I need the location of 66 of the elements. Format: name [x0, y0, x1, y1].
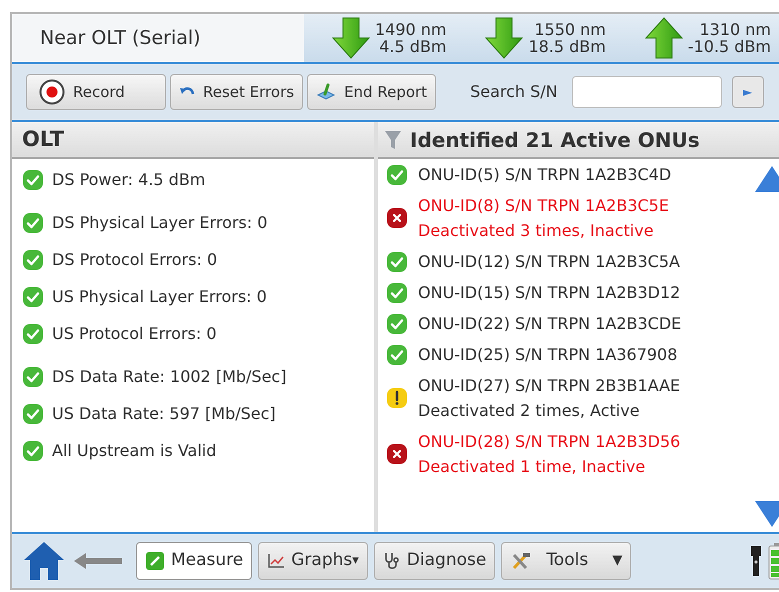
flashlight-icon [750, 544, 762, 578]
filter-icon [384, 128, 402, 150]
warning-icon [386, 387, 408, 409]
onu-text: ONU-ID(28) S/N TRPN 1A2B3D56 [418, 431, 680, 453]
report-icon [316, 82, 336, 102]
status-text: DS Protocol Errors: 0 [52, 249, 218, 271]
status-text: US Protocol Errors: 0 [52, 323, 217, 345]
check-icon [22, 169, 44, 191]
onu-text: ONU-ID(15) S/N TRPN 1A2B3D12 [418, 282, 680, 304]
check-icon [22, 249, 44, 271]
nav-button[interactable]: Tools ▼ [501, 542, 632, 580]
search-label: Search S/N [470, 81, 558, 103]
onu-text: ONU-ID(22) S/N TRPN 1A2B3CDE [418, 313, 682, 335]
wavelength-label: 1490 nm [374, 21, 446, 38]
power-reading: 18.5 dBm [528, 38, 606, 55]
tools-icon [510, 551, 532, 571]
check-icon [386, 312, 408, 334]
check-icon [386, 282, 408, 304]
home-icon[interactable] [22, 540, 66, 582]
nav-button[interactable]: Diagnose [374, 542, 496, 580]
wavelength-label: 1550 nm [534, 21, 606, 38]
chart-icon [267, 553, 286, 569]
toolbar-button[interactable]: Reset Errors [170, 74, 304, 110]
onu-text: ONU-ID(27) S/N TRPN 2B3B1AAE [418, 375, 680, 397]
status-text: US Physical Layer Errors: 0 [52, 286, 267, 308]
onu-text: Deactivated 3 times, Inactive [418, 220, 655, 242]
status-text: DS Power: 4.5 dBm [52, 169, 206, 191]
check-icon [22, 286, 44, 308]
record-icon [39, 79, 65, 105]
check-icon [22, 212, 44, 234]
status-text: All Upstream is Valid [52, 440, 216, 462]
back-arrow-icon[interactable] [72, 551, 124, 571]
down-arrow-icon [330, 16, 371, 60]
onu-text: Deactivated 1 time, Inactive [418, 456, 646, 478]
error-icon [386, 443, 408, 465]
search-field[interactable] [572, 76, 722, 108]
check-icon [22, 366, 44, 388]
check-icon [22, 440, 44, 462]
onu-text: ONU-ID(25) S/N TRPN 1A367908 [418, 344, 678, 366]
toolbar-button[interactable]: Record [26, 74, 166, 110]
power-reading: 4.5 dBm [379, 38, 446, 55]
mode-title: Near OLT (Serial) [40, 26, 201, 51]
stethoscope-icon [382, 551, 401, 571]
onu-text: Deactivated 2 times, Active [418, 400, 641, 422]
power-reading: -10.5 dBm [688, 38, 772, 55]
wavelength-label: 1310 nm [699, 21, 772, 38]
up-arrow-icon [644, 16, 684, 60]
panel-title: OLT [22, 126, 64, 153]
error-icon [386, 207, 408, 229]
nav-button[interactable]: Measure [136, 542, 252, 580]
onu-text: ONU-ID(12) S/N TRPN 1A2B3C5A [418, 251, 680, 273]
nav-button[interactable]: Graphs▾ [258, 542, 368, 580]
status-text: DS Physical Layer Errors: 0 [52, 212, 268, 234]
onu-text: ONU-ID(5) S/N TRPN 1A2B3C4D [418, 164, 672, 186]
pencil-icon [145, 551, 165, 571]
toolbar-button[interactable]: End Report [307, 74, 436, 110]
status-text: US Data Rate: 597 [Mb/Sec] [52, 403, 276, 425]
down-arrow-icon [484, 16, 524, 60]
check-icon [22, 323, 44, 345]
status-text: DS Data Rate: 1002 [Mb/Sec] [52, 366, 286, 388]
panel-title: Identified 21 Active ONUs [410, 126, 700, 154]
check-icon [22, 403, 44, 425]
onu-text: ONU-ID(8) S/N TRPN 1A2B3C5E [418, 195, 669, 217]
check-icon [386, 344, 408, 366]
check-icon [386, 250, 408, 272]
check-icon [386, 164, 408, 186]
